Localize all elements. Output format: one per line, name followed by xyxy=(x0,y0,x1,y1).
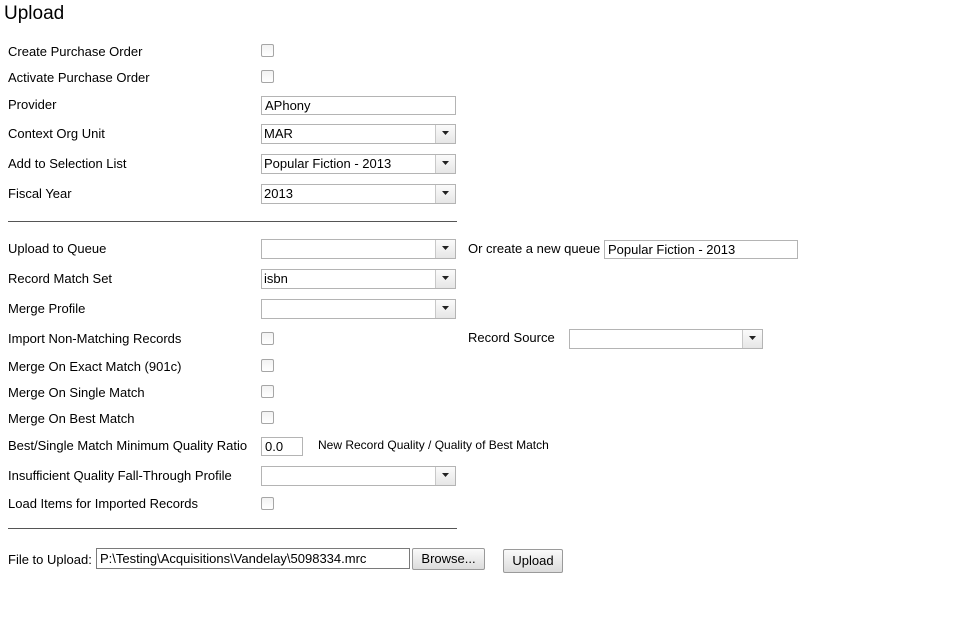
fall-through-profile-label: Insufficient Quality Fall-Through Profil… xyxy=(8,468,232,483)
record-source-label: Record Source xyxy=(468,330,555,345)
fall-through-profile-select[interactable] xyxy=(261,466,456,486)
dropdown-arrow-icon[interactable] xyxy=(742,330,762,348)
dropdown-arrow-icon[interactable] xyxy=(435,155,455,173)
context-org-unit-value: MAR xyxy=(264,126,293,141)
record-match-set-value: isbn xyxy=(264,271,288,286)
provider-label: Provider xyxy=(8,97,57,112)
fiscal-year-select[interactable]: 2013 xyxy=(261,184,456,204)
section-divider xyxy=(8,221,457,222)
create-po-checkbox[interactable] xyxy=(261,44,274,57)
import-non-matching-checkbox[interactable] xyxy=(261,332,274,345)
merge-profile-label: Merge Profile xyxy=(8,301,86,316)
merge-profile-select[interactable] xyxy=(261,299,456,319)
merge-exact-checkbox[interactable] xyxy=(261,359,274,372)
record-match-set-label: Record Match Set xyxy=(8,271,113,286)
selection-list-select[interactable]: Popular Fiction - 2013 xyxy=(261,154,456,174)
context-org-unit-label: Context Org Unit xyxy=(8,126,105,141)
merge-best-label: Merge On Best Match xyxy=(8,411,135,426)
activate-po-checkbox[interactable] xyxy=(261,70,274,83)
dropdown-arrow-icon[interactable] xyxy=(435,270,455,288)
upload-queue-select[interactable] xyxy=(261,239,456,259)
upload-queue-label: Upload to Queue xyxy=(8,241,107,256)
new-queue-input[interactable]: Popular Fiction - 2013 xyxy=(604,240,798,259)
upload-button[interactable]: Upload xyxy=(503,549,563,573)
selection-list-value: Popular Fiction - 2013 xyxy=(264,156,392,171)
import-non-matching-label: Import Non-Matching Records xyxy=(8,331,182,346)
create-po-label: Create Purchase Order xyxy=(8,44,143,59)
merge-best-checkbox[interactable] xyxy=(261,411,274,424)
section-divider xyxy=(8,528,457,529)
merge-exact-label: Merge On Exact Match (901c) xyxy=(8,359,182,374)
browse-button[interactable]: Browse... xyxy=(412,548,485,570)
activate-po-label: Activate Purchase Order xyxy=(8,70,150,85)
record-match-set-select[interactable]: isbn xyxy=(261,269,456,289)
selection-list-label: Add to Selection List xyxy=(8,156,127,171)
file-upload-label: File to Upload: xyxy=(8,552,92,567)
dropdown-arrow-icon[interactable] xyxy=(435,125,455,143)
new-queue-label: Or create a new queue xyxy=(468,241,601,256)
provider-input[interactable]: APhony xyxy=(261,96,456,115)
file-path-input[interactable]: P:\Testing\Acquisitions\Vandelay\5098334… xyxy=(96,548,410,569)
merge-single-label: Merge On Single Match xyxy=(8,385,145,400)
dropdown-arrow-icon[interactable] xyxy=(435,240,455,258)
load-items-checkbox[interactable] xyxy=(261,497,274,510)
context-org-unit-select[interactable]: MAR xyxy=(261,124,456,144)
quality-ratio-label: Best/Single Match Minimum Quality Ratio xyxy=(8,438,248,453)
quality-ratio-input[interactable]: 0.0 xyxy=(261,437,303,456)
page-title: Upload xyxy=(4,3,65,24)
merge-single-checkbox[interactable] xyxy=(261,385,274,398)
quality-ratio-hint: New Record Quality / Quality of Best Mat… xyxy=(318,438,549,452)
dropdown-arrow-icon[interactable] xyxy=(435,300,455,318)
fiscal-year-value: 2013 xyxy=(264,186,293,201)
record-source-select[interactable] xyxy=(569,329,763,349)
load-items-label: Load Items for Imported Records xyxy=(8,496,199,511)
dropdown-arrow-icon[interactable] xyxy=(435,467,455,485)
dropdown-arrow-icon[interactable] xyxy=(435,185,455,203)
fiscal-year-label: Fiscal Year xyxy=(8,186,72,201)
